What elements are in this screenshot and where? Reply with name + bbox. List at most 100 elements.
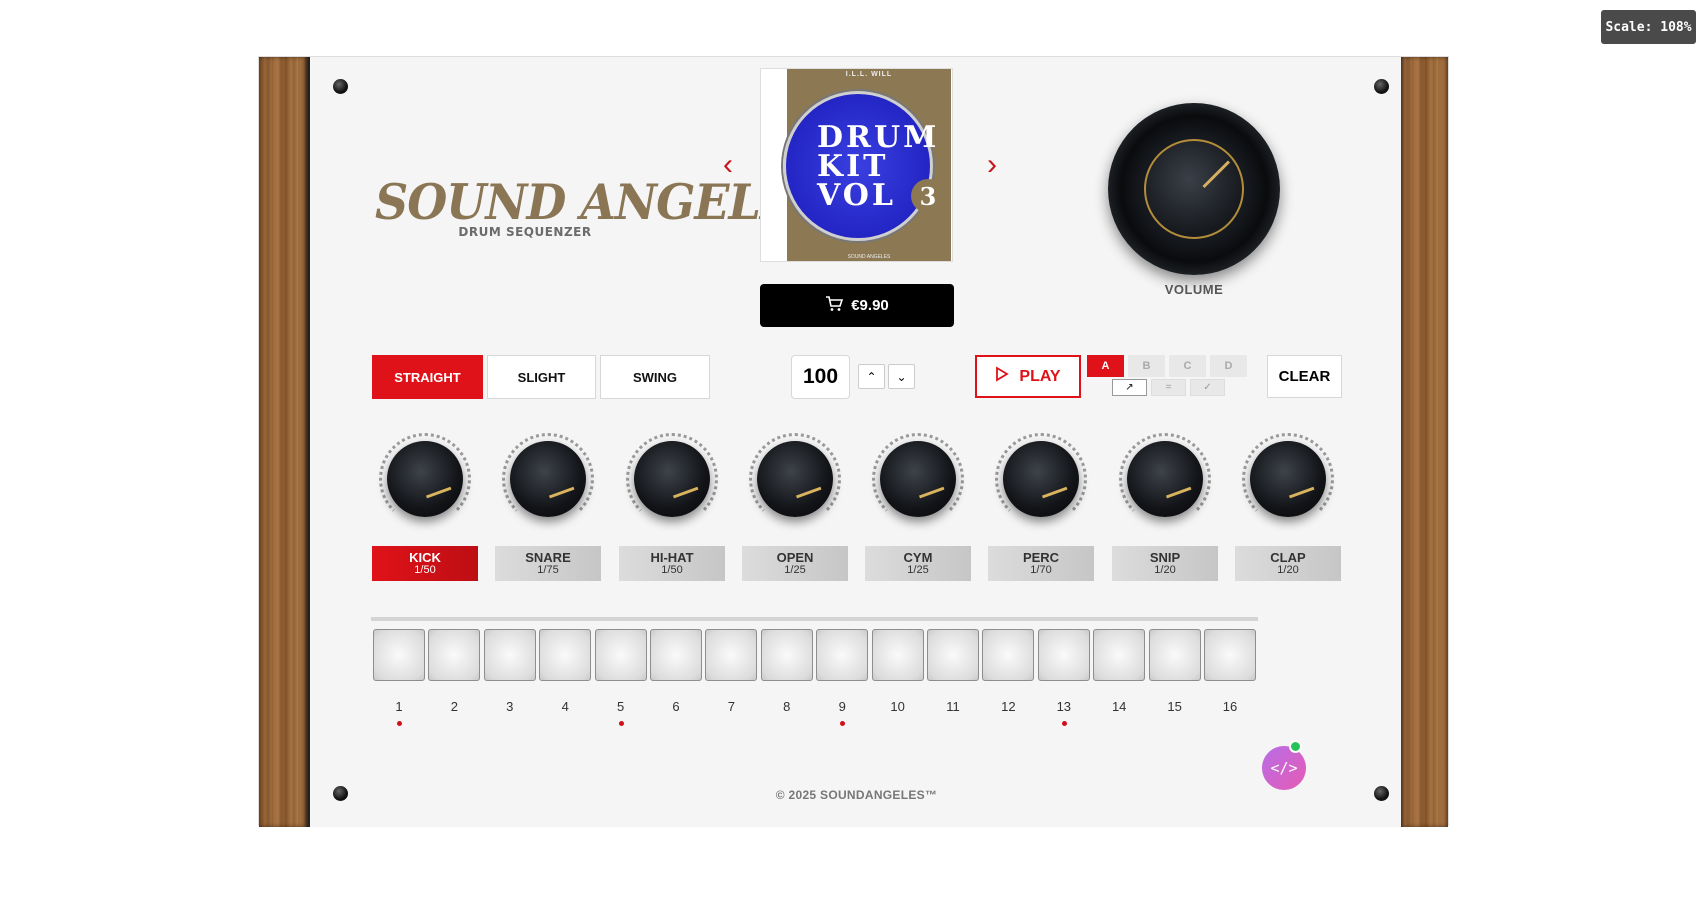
step-pad[interactable] bbox=[816, 629, 869, 681]
pattern-c-button[interactable]: C bbox=[1169, 355, 1206, 377]
step-indicator bbox=[869, 617, 926, 621]
instrument-button[interactable]: OPEN 1/25 bbox=[742, 546, 848, 581]
play-button[interactable]: PLAY bbox=[975, 355, 1081, 398]
cart-icon bbox=[825, 295, 844, 316]
instrument-button[interactable]: SNIP 1/20 bbox=[1112, 546, 1218, 581]
code-toggle-button[interactable]: </> bbox=[1262, 746, 1306, 790]
instrument-button[interactable]: HI-HAT 1/50 bbox=[619, 546, 725, 581]
step-pad[interactable] bbox=[927, 629, 979, 681]
knob-pointer bbox=[918, 486, 945, 499]
instrument-button[interactable]: KICK 1/50 bbox=[372, 546, 478, 581]
knob-pointer bbox=[672, 486, 699, 499]
chevron-left-icon: ‹ bbox=[723, 148, 733, 181]
step-pad[interactable] bbox=[705, 629, 758, 681]
step-indicator bbox=[592, 617, 649, 621]
knob-body bbox=[1127, 441, 1203, 517]
step-number: 8 bbox=[783, 699, 791, 714]
pattern-copy-button[interactable]: ↗ bbox=[1112, 379, 1147, 396]
instrument-name: SNARE bbox=[525, 550, 571, 565]
play-label: PLAY bbox=[1019, 367, 1061, 385]
step-pad[interactable] bbox=[539, 629, 592, 681]
cover-artist: I.L.L. WILL bbox=[845, 71, 893, 78]
next-product-button[interactable]: › bbox=[977, 148, 1007, 181]
step-pad[interactable] bbox=[483, 629, 536, 681]
instrument-button[interactable]: CYM 1/25 bbox=[865, 546, 971, 581]
pattern-confirm-button[interactable]: ✓ bbox=[1190, 379, 1225, 396]
cover-brand: SOUND ANGELES bbox=[847, 254, 891, 260]
step-number: 11 bbox=[946, 699, 960, 714]
instrument-name: CYM bbox=[903, 550, 933, 565]
step-pad[interactable] bbox=[1093, 629, 1146, 681]
tempo-input[interactable]: 100 bbox=[791, 355, 850, 399]
instrument-value: 1/70 bbox=[1030, 564, 1052, 576]
step-number: 3 bbox=[506, 699, 514, 714]
volume-knob[interactable] bbox=[1108, 103, 1280, 275]
knob-pointer bbox=[1041, 486, 1068, 499]
pattern-paste-button[interactable]: = bbox=[1151, 379, 1186, 396]
swing-straight-button[interactable]: STRAIGHT bbox=[372, 355, 483, 399]
chevron-right-icon: › bbox=[987, 148, 997, 181]
beat-marker bbox=[397, 721, 402, 726]
swing-slight-button[interactable]: SLIGHT bbox=[487, 355, 596, 399]
instrument-knob[interactable] bbox=[749, 433, 841, 525]
pattern-a-button[interactable]: A bbox=[1087, 355, 1124, 377]
instrument-name: PERC bbox=[1022, 550, 1060, 565]
step-pad[interactable] bbox=[594, 629, 647, 681]
sequencer-device: SOUND ANGELES DRUM SEQUENZER ‹ › I.L.L. … bbox=[258, 56, 1449, 827]
knob-body bbox=[1250, 441, 1326, 517]
step-number: 14 bbox=[1111, 699, 1127, 714]
instrument-knob[interactable] bbox=[379, 433, 471, 525]
step-pad[interactable] bbox=[1037, 629, 1090, 681]
instrument-value: 1/20 bbox=[1277, 564, 1299, 576]
pattern-d-button[interactable]: D bbox=[1210, 355, 1247, 377]
step-number: 6 bbox=[672, 699, 680, 714]
step-number: 7 bbox=[727, 699, 735, 714]
instrument-value: 1/50 bbox=[661, 564, 683, 576]
knob-body bbox=[510, 441, 586, 517]
instrument-knob[interactable] bbox=[626, 433, 718, 525]
step-indicator bbox=[1146, 617, 1203, 621]
prev-product-button[interactable]: ‹ bbox=[713, 148, 743, 181]
beat-marker bbox=[618, 721, 624, 726]
instrument-knob[interactable] bbox=[502, 433, 594, 525]
knob-pointer bbox=[548, 486, 575, 499]
step-pad[interactable] bbox=[428, 629, 481, 681]
step-number: 10 bbox=[890, 699, 905, 714]
swing-swing-button[interactable]: SWING bbox=[600, 355, 710, 399]
instrument-button[interactable]: PERC 1/70 bbox=[988, 546, 1094, 581]
knob-body bbox=[880, 441, 956, 517]
step-pad[interactable] bbox=[373, 629, 425, 681]
step-number: 12 bbox=[1001, 699, 1016, 714]
instrument-button[interactable]: SNARE 1/75 bbox=[495, 546, 601, 581]
step-pad[interactable] bbox=[871, 629, 924, 681]
instrument-knob[interactable] bbox=[1119, 433, 1211, 525]
buy-button[interactable]: €9.90 bbox=[760, 284, 954, 327]
instrument-knob[interactable] bbox=[1242, 433, 1334, 525]
volume-knob-cap bbox=[1144, 139, 1244, 239]
instrument-value: 1/25 bbox=[907, 564, 929, 576]
wood-side-right bbox=[1399, 57, 1448, 827]
screw-icon bbox=[1374, 79, 1389, 94]
cover-title-line: DRUM bbox=[817, 120, 940, 155]
step-indicator bbox=[980, 617, 1037, 621]
step-pad[interactable] bbox=[650, 629, 702, 681]
clear-button[interactable]: CLEAR bbox=[1267, 355, 1342, 398]
step-indicator bbox=[371, 617, 427, 621]
step-pad[interactable] bbox=[982, 629, 1035, 681]
product-cover[interactable]: I.L.L. WILL DRUM KIT VOL 3 SOUND ANGELES bbox=[760, 68, 953, 262]
instrument-knob[interactable] bbox=[872, 433, 964, 525]
code-icon: </> bbox=[1270, 759, 1298, 777]
step-indicator bbox=[1035, 617, 1092, 621]
step-pad[interactable] bbox=[760, 629, 813, 681]
instrument-knob[interactable] bbox=[995, 433, 1087, 525]
knob-pointer bbox=[1288, 486, 1315, 499]
step-indicator bbox=[426, 617, 483, 621]
instrument-value: 1/25 bbox=[784, 564, 806, 576]
instrument-button[interactable]: CLAP 1/20 bbox=[1235, 546, 1341, 581]
step-pad[interactable] bbox=[1148, 629, 1201, 681]
tempo-down-button[interactable]: ⌄ bbox=[888, 364, 915, 389]
tempo-up-button[interactable]: ⌃ bbox=[858, 364, 885, 389]
pattern-b-button[interactable]: B bbox=[1128, 355, 1165, 377]
step-pad[interactable] bbox=[1204, 629, 1256, 681]
instrument-value: 1/20 bbox=[1154, 564, 1176, 576]
